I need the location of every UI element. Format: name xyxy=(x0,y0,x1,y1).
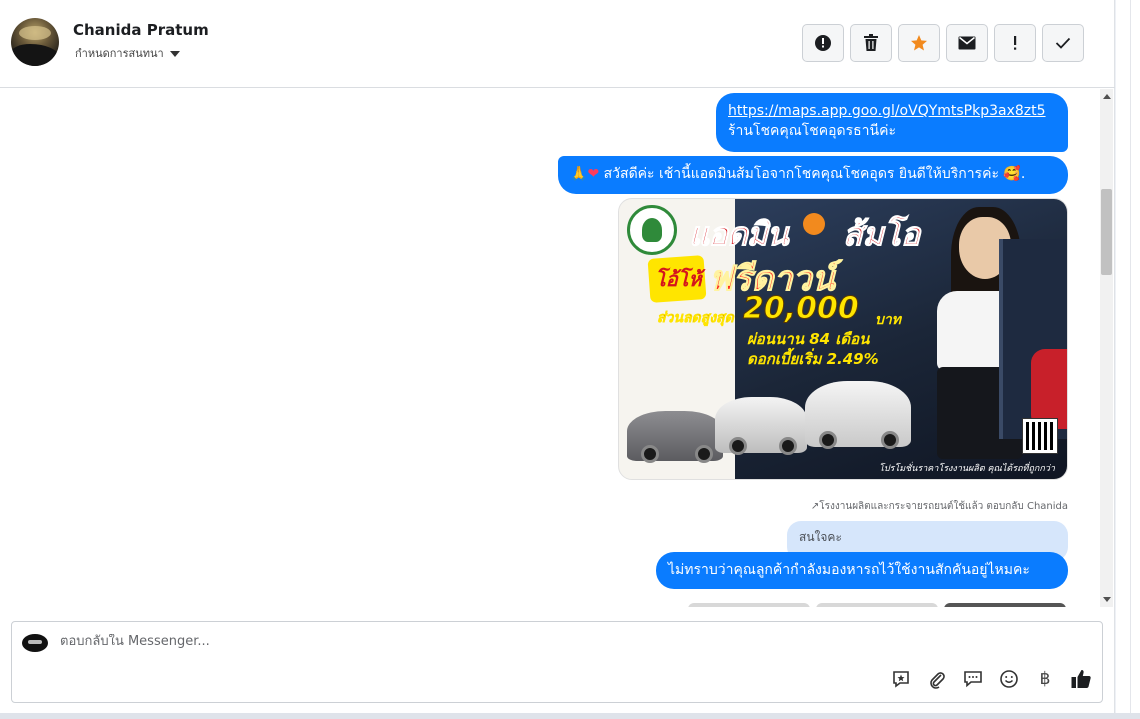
maps-link[interactable]: https://maps.app.goo.gl/oVQYmtsPkp3ax8zt… xyxy=(728,101,1056,121)
assign-label: กำหนดการสนทนา xyxy=(75,47,164,60)
page-avatar xyxy=(22,634,48,652)
message-bubble-question[interactable]: ไม่ทราบว่าคุณลูกค้ากำลังมองหารถไว้ใช้งาน… xyxy=(656,552,1068,589)
caret-down-icon xyxy=(169,51,180,57)
reply-reference: ↗โรงงานผลิตและกระจายรถยนต์ใช้แล้ว ตอบกลั… xyxy=(810,501,1068,512)
right-side-strip xyxy=(1116,0,1140,719)
contact-avatar[interactable] xyxy=(11,18,59,66)
ad-footer-text: โปรโมชั่นราคาโรงงานผลิต คุณได้รถที่ถูกกว… xyxy=(879,464,1055,474)
image-thumb[interactable] xyxy=(944,603,1066,607)
mark-spam-button[interactable] xyxy=(802,24,844,62)
ad-promo-burst-text: โอ้โห้ xyxy=(655,267,702,291)
payment-button[interactable]: ฿ xyxy=(1034,668,1056,690)
message-bubble-greeting[interactable]: 🙏❤ สวัสดีค่ะ เช้านี้แอดมินส้มโอจากโชคคุณ… xyxy=(558,156,1068,194)
message-text: สวัสดีค่ะ เช้านี้แอดมินส้มโอจากโชคคุณโชค… xyxy=(603,166,999,182)
emoji-icon xyxy=(1000,670,1018,688)
thumbs-up-icon xyxy=(1071,669,1091,688)
composer-tools: ฿ xyxy=(890,668,1092,690)
trash-icon xyxy=(864,34,878,51)
like-button[interactable] xyxy=(1070,668,1092,690)
praying-hands-icon: 🙏 xyxy=(570,166,588,182)
inbox-panel: Chanida Pratum กำหนดการสนทนา https://map… xyxy=(0,0,1115,713)
delete-button[interactable] xyxy=(850,24,892,62)
scroll-up-arrow-icon[interactable] xyxy=(1103,94,1111,99)
baht-icon: ฿ xyxy=(1039,669,1051,689)
star-button[interactable] xyxy=(898,24,940,62)
envelope-icon xyxy=(958,36,976,50)
assign-conversation-dropdown[interactable]: กำหนดการสนทนา xyxy=(75,44,180,62)
message-list[interactable]: https://maps.app.goo.gl/oVQYmtsPkp3ax8zt… xyxy=(0,89,1100,607)
message-scrollbar[interactable] xyxy=(1100,89,1113,607)
scroll-down-arrow-icon[interactable] xyxy=(1103,597,1111,602)
ad-discount-unit: บาท xyxy=(875,312,901,328)
scrollbar-thumb[interactable] xyxy=(1101,189,1112,275)
attach-button[interactable] xyxy=(926,668,948,690)
paperclip-icon xyxy=(930,672,945,689)
exclamation-icon xyxy=(1014,36,1017,50)
ad-discount-label: ส่วนลดสูงสุด xyxy=(657,310,734,327)
image-preview-strip[interactable] xyxy=(688,603,1066,607)
image-thumb[interactable] xyxy=(816,603,938,607)
contact-name[interactable]: Chanida Pratum xyxy=(73,21,209,39)
saved-reply-icon xyxy=(893,671,909,688)
heart-icon: ❤ xyxy=(587,166,600,182)
qr-code-icon xyxy=(1022,418,1058,454)
ad-discount-amount: 20,000 xyxy=(743,291,860,327)
emoji-button[interactable] xyxy=(998,668,1020,690)
saved-reply-button[interactable] xyxy=(890,668,912,690)
ad-rate: ดอกเบี้ยเริ่ม 2.49% xyxy=(747,350,879,368)
conversation-toolbar xyxy=(802,24,1084,62)
message-bubble-link[interactable]: https://maps.app.goo.gl/oVQYmtsPkp3ax8zt… xyxy=(716,93,1068,152)
reply-composer: ฿ xyxy=(11,621,1103,703)
smile-hearts-icon: 🥰 xyxy=(1003,166,1021,182)
reply-arrow-icon: ↗ xyxy=(810,501,820,512)
quick-replies-button[interactable] xyxy=(962,668,984,690)
orange-icon xyxy=(803,213,825,235)
star-icon xyxy=(911,35,927,51)
conversation-header: Chanida Pratum กำหนดการสนทนา xyxy=(0,0,1115,88)
message-end-punct: . xyxy=(1020,166,1026,182)
reply-input[interactable] xyxy=(60,634,860,649)
promo-image-attachment[interactable]: แอดมิน ส้มโอ โอ้โห้ ฟรีดาวน์ ส่วนลดสูงสุ… xyxy=(618,198,1068,480)
dealer-logo xyxy=(627,205,677,255)
mark-unread-button[interactable] xyxy=(946,24,988,62)
checkmark-icon xyxy=(1055,37,1071,49)
chat-bubbles-icon xyxy=(964,671,982,688)
message-text: ร้านโชคคุณโชคอุดรธานีค่ะ xyxy=(728,123,896,139)
follow-up-button[interactable] xyxy=(994,24,1036,62)
bottom-border xyxy=(0,713,1140,719)
ad-title-right: ส้มโอ xyxy=(842,215,921,254)
alert-circle-icon xyxy=(815,35,831,51)
mark-done-button[interactable] xyxy=(1042,24,1084,62)
image-thumb[interactable] xyxy=(688,603,810,607)
